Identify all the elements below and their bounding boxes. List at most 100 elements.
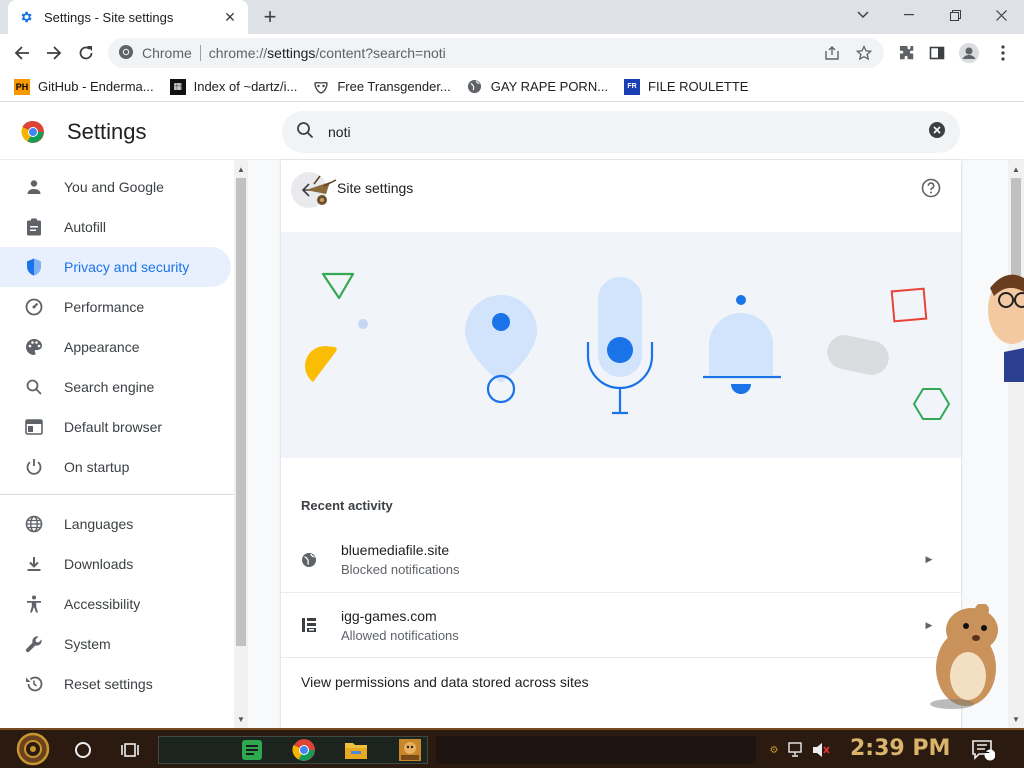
search-query[interactable]: noti [328, 124, 928, 140]
taskbar-clock[interactable]: 2:39 PM [850, 736, 950, 761]
settings-search-input[interactable]: noti [282, 111, 960, 153]
notification-count-badge: 2 [984, 745, 990, 756]
sidebar-scroll-thumb[interactable] [236, 178, 246, 646]
globe-icon [24, 514, 44, 534]
sidebar-item-default-browser[interactable]: Default browser [0, 407, 231, 447]
new-tab-button[interactable]: + [258, 4, 282, 29]
sidebar-item-performance[interactable]: Performance [0, 287, 231, 327]
taskbar-empty-area [436, 736, 756, 764]
browser-icon [24, 417, 44, 437]
tab-strip: Settings - Site settings ✕ + [0, 0, 1024, 34]
divider [199, 45, 201, 61]
site-chip: Chrome [142, 45, 192, 61]
globe-icon [467, 79, 483, 95]
sidebar-item-reset-settings[interactable]: Reset settings [0, 664, 231, 704]
tab-search-button[interactable] [840, 0, 886, 30]
chrome-logo-icon [21, 120, 45, 144]
bookmark-globe[interactable]: GAY RAPE PORN... [467, 79, 608, 95]
page-title: Settings [67, 119, 147, 144]
search-icon [296, 121, 314, 144]
back-button[interactable] [8, 39, 36, 67]
file-roulette-icon: FR [624, 78, 641, 95]
start-orb-button[interactable] [8, 732, 58, 766]
minimize-button[interactable] [886, 0, 932, 30]
content-scroll-thumb[interactable] [1011, 178, 1021, 284]
sidebar-item-on-startup[interactable]: On startup [0, 447, 231, 487]
site-name: igg-games.com [341, 607, 437, 624]
wrench-icon [24, 634, 44, 654]
bookmark-free[interactable]: Free Transgender... [313, 79, 451, 95]
recent-site-row[interactable]: igg-games.com Allowed notifications ▶ [281, 592, 961, 657]
file-explorer-icon[interactable] [342, 736, 370, 764]
power-icon [24, 457, 44, 477]
taskbar: ⚙ 2:39 PM 2 [0, 728, 1024, 768]
scroll-down-arrow-icon[interactable]: ▼ [234, 712, 248, 726]
side-panel-icon[interactable] [926, 42, 948, 64]
task-view-icon[interactable] [116, 736, 144, 764]
chrome-taskbar-icon[interactable] [290, 736, 318, 764]
sidebar-item-autofill[interactable]: Autofill [0, 207, 231, 247]
address-bar[interactable]: Chrome chrome://settings/content?search=… [108, 38, 884, 68]
accessibility-icon [24, 594, 44, 614]
menu-kebab-icon[interactable] [992, 42, 1014, 64]
bookmark-file-roulette[interactable]: FR FILE ROULETTE [624, 78, 748, 95]
network-icon[interactable] [786, 736, 808, 764]
volume-muted-icon[interactable] [810, 736, 832, 764]
spotify-like-app-icon[interactable] [238, 736, 266, 764]
sidebar-item-search-engine[interactable]: Search engine [0, 367, 231, 407]
settings-header: Settings noti [0, 103, 1024, 160]
scroll-up-arrow-icon[interactable]: ▲ [234, 162, 248, 176]
tab-settings[interactable]: Settings - Site settings ✕ [8, 0, 248, 34]
sidebar-item-privacy-and-security[interactable]: Privacy and security [0, 247, 231, 287]
clipboard-icon [24, 217, 44, 237]
igg-favicon-icon [301, 617, 317, 633]
shield-icon [24, 257, 44, 277]
hamster-mascot-icon [922, 603, 1008, 715]
search-icon [24, 377, 44, 397]
bookmark-github[interactable]: PH GitHub - Enderma... [14, 78, 154, 95]
bookmark-star-icon[interactable] [854, 43, 874, 63]
sidebar-item-downloads[interactable]: Downloads [0, 544, 231, 584]
reload-button[interactable] [72, 39, 100, 67]
sidebar-item-you-and-google[interactable]: You and Google [0, 167, 231, 207]
show-hidden-icons-icon[interactable]: ⚙ [768, 736, 780, 764]
close-tab-icon[interactable]: ✕ [222, 9, 238, 25]
globe-icon [301, 552, 317, 568]
help-icon[interactable] [921, 178, 941, 198]
scroll-up-arrow-icon[interactable]: ▲ [1009, 162, 1023, 176]
forward-button[interactable] [40, 39, 68, 67]
settings-sidebar: You and Google Autofill Privacy and secu… [0, 160, 234, 728]
chrome-site-icon[interactable] [118, 44, 134, 63]
gear-icon [18, 9, 34, 25]
profile-avatar[interactable] [958, 42, 980, 64]
sidebar-item-languages[interactable]: Languages [0, 504, 231, 544]
sidebar-item-system[interactable]: System [0, 624, 231, 664]
palette-icon [24, 337, 44, 357]
clear-search-icon[interactable] [928, 121, 946, 144]
restore-button[interactable] [932, 0, 978, 30]
reset-icon [24, 674, 44, 694]
recent-site-row[interactable]: bluemediafile.site Blocked notifications… [281, 527, 961, 592]
sidebar-scrollbar[interactable]: ▲ ▼ [234, 160, 248, 728]
content-scrollbar[interactable]: ▲ ▼ [1008, 160, 1024, 728]
game-app-icon[interactable] [396, 736, 424, 764]
speedometer-icon [24, 297, 44, 317]
chevron-right-icon: ▶ [925, 554, 933, 564]
bookmark-index[interactable]: ▦ Index of ~dartz/i... [169, 78, 297, 95]
bookmarks-bar: PH GitHub - Enderma... ▦ Index of ~dartz… [0, 72, 1024, 102]
scroll-down-arrow-icon[interactable]: ▼ [1009, 712, 1023, 726]
cortana-search-icon[interactable] [70, 736, 96, 764]
mouse-cursor-fly-icon [300, 174, 342, 213]
cartoon-man-icon [986, 270, 1024, 387]
view-permissions-text: View permissions and data stored across … [301, 673, 589, 690]
sidebar-item-appearance[interactable]: Appearance [0, 327, 231, 367]
view-permissions-row[interactable]: View permissions and data stored across … [281, 657, 961, 705]
extensions-icon[interactable] [896, 42, 918, 64]
download-icon [24, 554, 44, 574]
action-center-icon[interactable]: 2 [968, 736, 998, 764]
site-status: Allowed notifications [341, 627, 459, 643]
close-window-button[interactable] [978, 0, 1024, 30]
url-text[interactable]: chrome://settings/content?search=noti [209, 45, 810, 61]
share-icon[interactable] [822, 43, 842, 63]
sidebar-item-accessibility[interactable]: Accessibility [0, 584, 231, 624]
